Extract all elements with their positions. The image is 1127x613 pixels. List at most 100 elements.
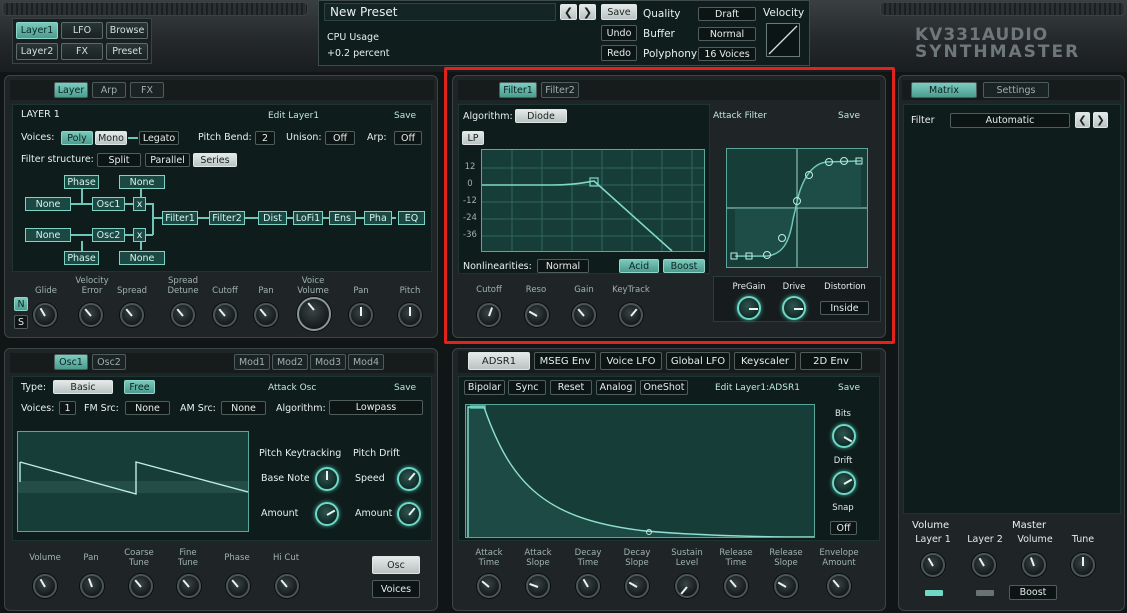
tab-layer-fx[interactable]: FX <box>130 82 164 98</box>
decay-time-knob[interactable] <box>576 574 600 598</box>
quality-select[interactable]: Draft <box>698 7 756 21</box>
nav-lfo-button[interactable]: LFO <box>61 22 103 39</box>
s-button[interactable]: S <box>14 315 28 329</box>
glide-knob[interactable] <box>33 303 57 327</box>
matrix-prev-button[interactable]: ❮ <box>1075 112 1090 128</box>
am-src-select[interactable]: None <box>221 401 266 415</box>
layer-pan-knob[interactable] <box>254 303 278 327</box>
master-volume-knob[interactable] <box>1022 553 1046 577</box>
bits-knob[interactable] <box>832 424 856 448</box>
split-button[interactable]: Split <box>97 153 141 167</box>
tab-osc2[interactable]: Osc2 <box>92 354 126 370</box>
nav-preset-button[interactable]: Preset <box>106 43 148 60</box>
velocity-curve[interactable] <box>766 23 800 57</box>
mult-node-2[interactable]: x <box>133 228 146 242</box>
tab-matrix[interactable]: Matrix <box>911 82 977 98</box>
release-slope-knob[interactable] <box>774 574 798 598</box>
master-tune-knob[interactable] <box>1071 553 1095 577</box>
preset-prev-button[interactable]: ❮ <box>560 4 577 20</box>
layer2-active-toggle[interactable] <box>976 590 994 596</box>
hi-cut-knob[interactable] <box>275 574 299 598</box>
filter2-node[interactable]: Filter2 <box>209 211 245 225</box>
sync-button[interactable]: Sync <box>508 380 546 395</box>
save-preset-button[interactable]: Save <box>601 4 637 20</box>
attack-slope-knob[interactable] <box>526 574 550 598</box>
drift-speed-knob[interactable] <box>397 467 421 491</box>
fm-src-select[interactable]: None <box>125 401 170 415</box>
attack-time-knob[interactable] <box>477 574 501 598</box>
layer-save[interactable]: Save <box>394 111 416 121</box>
reset-button[interactable]: Reset <box>550 380 592 395</box>
osc1-node[interactable]: Osc1 <box>92 197 125 211</box>
n-button[interactable]: N <box>14 297 28 311</box>
filter1-node[interactable]: Filter1 <box>162 211 198 225</box>
spread-detune-knob[interactable] <box>171 303 195 327</box>
drift-amount-knob[interactable] <box>397 502 421 526</box>
nav-layer1-button[interactable]: Layer1 <box>16 22 58 39</box>
snap-select[interactable]: Off <box>830 521 857 535</box>
matrix-filter-select[interactable]: Automatic <box>950 113 1070 128</box>
envelope-save[interactable]: Save <box>838 383 860 393</box>
tab-mod1[interactable]: Mod1 <box>234 354 270 370</box>
tab-arp[interactable]: Arp <box>92 82 126 98</box>
tab-osc1[interactable]: Osc1 <box>54 354 88 370</box>
tab-2d-env[interactable]: 2D Env <box>800 352 862 370</box>
osc-phase-knob[interactable] <box>226 574 250 598</box>
osc-algorithm-select[interactable]: Lowpass <box>329 400 423 415</box>
poly-button[interactable]: Poly <box>61 131 93 145</box>
tab-mseg-env[interactable]: MSEG Env <box>534 352 596 370</box>
tab-voice-lfo[interactable]: Voice LFO <box>600 352 662 370</box>
release-time-knob[interactable] <box>724 574 748 598</box>
preset-next-button[interactable]: ❯ <box>579 4 596 20</box>
none-node-1[interactable]: None <box>119 175 165 189</box>
osc-pan-knob[interactable] <box>80 574 104 598</box>
layer2-volume-knob[interactable] <box>972 553 996 577</box>
osc-type-select[interactable]: Basic <box>53 380 113 394</box>
tab-layer[interactable]: Layer <box>54 82 88 98</box>
series-button[interactable]: Series <box>193 153 237 167</box>
undo-button[interactable]: Undo <box>601 25 637 41</box>
drift-knob[interactable] <box>832 471 856 495</box>
matrix-next-button[interactable]: ❯ <box>1093 112 1108 128</box>
tab-keyscaler[interactable]: Keyscaler <box>734 352 796 370</box>
velocity-error-knob[interactable] <box>79 303 103 327</box>
osc-view-button[interactable]: Osc <box>372 556 420 574</box>
osc2-node[interactable]: Osc2 <box>92 228 125 242</box>
fine-tune-knob[interactable] <box>177 574 201 598</box>
bipolar-button[interactable]: Bipolar <box>464 380 505 395</box>
layer1-volume-knob[interactable] <box>921 553 945 577</box>
cutoff-knob[interactable] <box>213 303 237 327</box>
osc-volume-knob[interactable] <box>33 574 57 598</box>
none-input-1[interactable]: None <box>25 197 71 211</box>
eq-node[interactable]: EQ <box>398 211 425 225</box>
buffer-select[interactable]: Normal <box>698 27 756 41</box>
polyphony-select[interactable]: 16 Voices <box>698 47 756 61</box>
legato-button[interactable]: Legato <box>139 131 179 145</box>
envelope-graph[interactable] <box>465 404 815 538</box>
nav-layer2-button[interactable]: Layer2 <box>16 43 58 60</box>
sustain-level-knob[interactable] <box>675 574 699 598</box>
nav-fx-button[interactable]: FX <box>61 43 103 60</box>
dist-node[interactable]: Dist <box>258 211 287 225</box>
ens-node[interactable]: Ens <box>329 211 356 225</box>
none-input-2[interactable]: None <box>25 228 71 242</box>
voice-volume-knob[interactable] <box>297 297 331 331</box>
pha-node[interactable]: Pha <box>364 211 392 225</box>
voice-pan-knob[interactable] <box>349 303 373 327</box>
none-node-2[interactable]: None <box>119 251 165 265</box>
layer1-active-toggle[interactable] <box>925 590 943 596</box>
envelope-amount-knob[interactable] <box>827 574 851 598</box>
coarse-tune-knob[interactable] <box>129 574 153 598</box>
voices-view-button[interactable]: Voices <box>372 580 420 598</box>
base-note-knob[interactable] <box>315 467 339 491</box>
spread-knob[interactable] <box>120 303 144 327</box>
mono-button[interactable]: Mono <box>95 131 127 145</box>
parallel-button[interactable]: Parallel <box>145 153 190 167</box>
tab-mod2[interactable]: Mod2 <box>272 354 308 370</box>
unison-field[interactable]: Off <box>325 131 355 145</box>
redo-button[interactable]: Redo <box>601 45 637 61</box>
lofi1-node[interactable]: LoFi1 <box>293 211 323 225</box>
tab-mod4[interactable]: Mod4 <box>348 354 384 370</box>
phase-node-2[interactable]: Phase <box>64 251 99 265</box>
analog-button[interactable]: Analog <box>596 380 636 395</box>
